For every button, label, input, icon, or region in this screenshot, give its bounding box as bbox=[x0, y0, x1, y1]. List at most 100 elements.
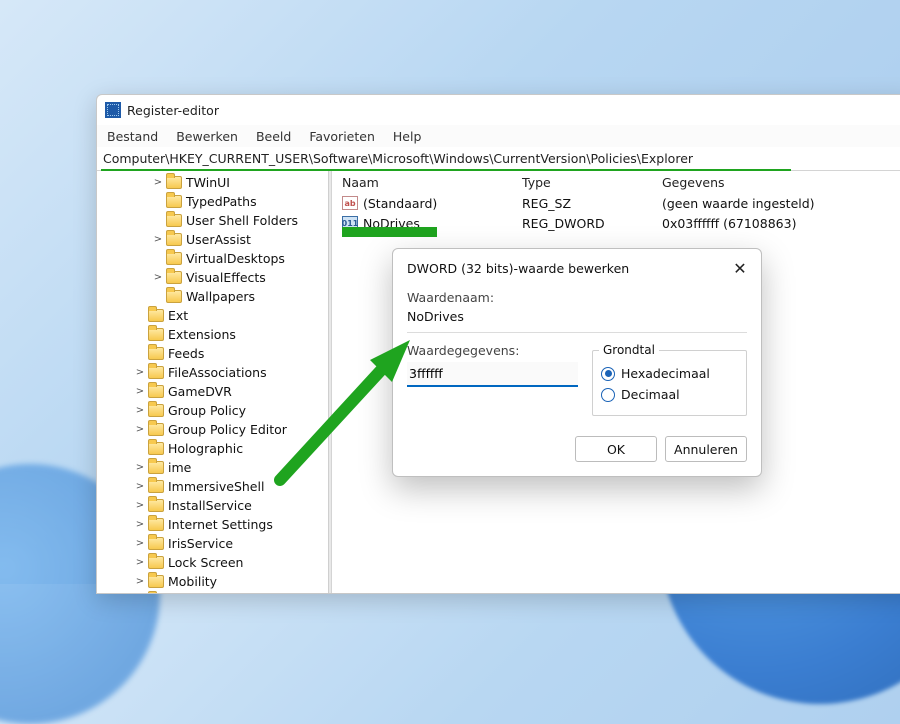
folder-icon bbox=[148, 518, 164, 531]
tree-pane[interactable]: > TWinUI TypedPaths User Shell Folders>User… bbox=[97, 171, 332, 593]
tree-item[interactable]: > InstallService bbox=[97, 496, 331, 515]
ok-button[interactable]: OK bbox=[575, 436, 657, 462]
divider bbox=[407, 332, 747, 333]
tree-item[interactable]: > Lock Screen bbox=[97, 553, 331, 572]
tree-label: Lock Screen bbox=[168, 555, 243, 570]
tree-item[interactable]: VirtualDesktops bbox=[97, 249, 331, 268]
titlebar[interactable]: Register-editor bbox=[97, 95, 900, 125]
col-data[interactable]: Gegevens bbox=[662, 175, 900, 190]
expand-icon[interactable]: > bbox=[153, 234, 163, 245]
tree-item[interactable]: User Shell Folders bbox=[97, 211, 331, 230]
radio-hex[interactable]: Hexadecimaal bbox=[593, 363, 746, 384]
tree-label: Extensions bbox=[168, 327, 236, 342]
folder-icon bbox=[148, 404, 164, 417]
expand-icon[interactable]: > bbox=[135, 538, 145, 549]
tree-item[interactable]: TypedPaths bbox=[97, 192, 331, 211]
folder-icon bbox=[148, 461, 164, 474]
value-name-label: Waardenaam: bbox=[407, 290, 747, 305]
column-headers[interactable]: Naam Type Gegevens bbox=[332, 171, 900, 193]
tree-label: Holographic bbox=[168, 441, 243, 456]
expand-icon[interactable]: > bbox=[135, 386, 145, 397]
expand-icon[interactable]: > bbox=[135, 500, 145, 511]
app-icon bbox=[105, 102, 121, 118]
tree-label: ImmersiveShell bbox=[168, 479, 264, 494]
tree-item[interactable]: Extensions bbox=[97, 325, 331, 344]
folder-icon bbox=[148, 442, 164, 455]
folder-icon bbox=[148, 347, 164, 360]
folder-icon bbox=[148, 537, 164, 550]
tree-label: VisualEffects bbox=[186, 270, 266, 285]
radio-dec-icon bbox=[601, 388, 615, 402]
menu-favorites[interactable]: Favorieten bbox=[309, 129, 375, 144]
value-data-label: Waardegegevens: bbox=[407, 343, 578, 358]
address-bar[interactable]: Computer\HKEY_CURRENT_USER\Software\Micr… bbox=[97, 147, 900, 171]
expand-icon[interactable]: > bbox=[153, 177, 163, 188]
expand-icon[interactable]: > bbox=[135, 519, 145, 530]
edit-dword-dialog: DWORD (32 bits)-waarde bewerken ✕ Waarde… bbox=[392, 248, 762, 477]
tree-item[interactable]: >Mobility bbox=[97, 572, 331, 591]
tree-label: TWinUI bbox=[186, 175, 230, 190]
value-data-input[interactable] bbox=[407, 362, 578, 387]
menubar: Bestand Bewerken Beeld Favorieten Help bbox=[97, 125, 900, 147]
string-icon: ab bbox=[342, 196, 358, 210]
folder-icon bbox=[166, 176, 182, 189]
close-icon[interactable]: ✕ bbox=[731, 259, 749, 278]
menu-edit[interactable]: Bewerken bbox=[176, 129, 238, 144]
folder-icon bbox=[148, 480, 164, 493]
base-group: Grondtal Hexadecimaal Decimaal bbox=[592, 343, 747, 416]
col-type[interactable]: Type bbox=[522, 175, 662, 190]
folder-icon bbox=[148, 385, 164, 398]
tree-item[interactable]: > FileAssociations bbox=[97, 363, 331, 382]
radio-hex-icon bbox=[601, 367, 615, 381]
expand-icon[interactable]: > bbox=[135, 405, 145, 416]
tree-item[interactable]: > VisualEffects bbox=[97, 268, 331, 287]
tree-item[interactable]: > IrisService bbox=[97, 534, 331, 553]
tree-item[interactable]: Feeds bbox=[97, 344, 331, 363]
tree-label: FileAssociations bbox=[168, 365, 267, 380]
folder-icon bbox=[166, 290, 182, 303]
menu-view[interactable]: Beeld bbox=[256, 129, 291, 144]
tree-label: Feeds bbox=[168, 346, 204, 361]
menu-file[interactable]: Bestand bbox=[107, 129, 158, 144]
tree-item[interactable]: > ImmersiveShell bbox=[97, 477, 331, 496]
cancel-button[interactable]: Annuleren bbox=[665, 436, 747, 462]
tree-item[interactable]: >NDUB bbox=[97, 591, 331, 593]
folder-icon bbox=[148, 575, 164, 588]
tree-item[interactable]: Ext bbox=[97, 306, 331, 325]
expand-icon[interactable]: > bbox=[153, 272, 163, 283]
tree-item[interactable]: > TWinUI bbox=[97, 173, 331, 192]
tree-item[interactable]: > GameDVR bbox=[97, 382, 331, 401]
highlight-bar bbox=[342, 227, 437, 237]
tree-item[interactable]: >Group Policy bbox=[97, 401, 331, 420]
base-label: Grondtal bbox=[599, 343, 659, 357]
col-name[interactable]: Naam bbox=[342, 175, 522, 190]
tree-label: GameDVR bbox=[168, 384, 232, 399]
expand-icon[interactable]: > bbox=[135, 576, 145, 587]
tree-item[interactable]: Holographic bbox=[97, 439, 331, 458]
expand-icon[interactable]: > bbox=[135, 367, 145, 378]
tree-label: TypedPaths bbox=[186, 194, 257, 209]
expand-icon[interactable]: > bbox=[135, 557, 145, 568]
tree-item[interactable]: >Group Policy Editor bbox=[97, 420, 331, 439]
value-name: NoDrives bbox=[407, 305, 747, 326]
tree-item[interactable]: Wallpapers bbox=[97, 287, 331, 306]
tree-label: VirtualDesktops bbox=[186, 251, 285, 266]
value-row[interactable]: ab(Standaard)REG_SZ(geen waarde ingestel… bbox=[332, 193, 900, 213]
folder-icon bbox=[148, 309, 164, 322]
address-path: Computer\HKEY_CURRENT_USER\Software\Micr… bbox=[103, 151, 693, 166]
tree-item[interactable]: >Internet Settings bbox=[97, 515, 331, 534]
expand-icon[interactable]: > bbox=[135, 462, 145, 473]
dialog-title: DWORD (32 bits)-waarde bewerken bbox=[407, 261, 629, 276]
tree-label: Wallpapers bbox=[186, 289, 255, 304]
expand-icon[interactable]: > bbox=[135, 424, 145, 435]
tree-label: IrisService bbox=[168, 536, 233, 551]
tree-item[interactable]: >UserAssist bbox=[97, 230, 331, 249]
menu-help[interactable]: Help bbox=[393, 129, 422, 144]
folder-icon bbox=[148, 499, 164, 512]
radio-dec[interactable]: Decimaal bbox=[593, 384, 746, 405]
tree-label: InstallService bbox=[168, 498, 252, 513]
tree-item[interactable]: > ime bbox=[97, 458, 331, 477]
folder-icon bbox=[148, 423, 164, 436]
tree-label: ime bbox=[168, 460, 191, 475]
expand-icon[interactable]: > bbox=[135, 481, 145, 492]
